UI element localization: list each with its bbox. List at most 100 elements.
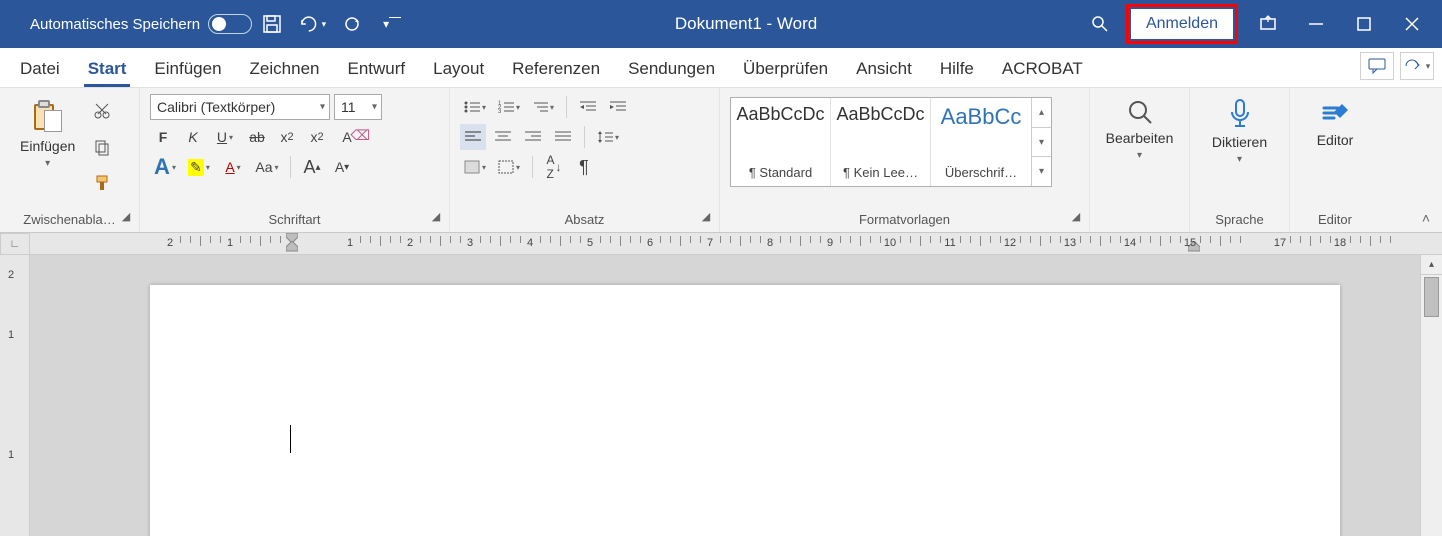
bullets-button[interactable]: ▾ bbox=[460, 94, 490, 120]
gallery-up-icon[interactable]: ▴ bbox=[1032, 98, 1051, 128]
tab-help[interactable]: Hilfe bbox=[926, 53, 988, 87]
horizontal-ruler[interactable]: 211234567891011121314151718 bbox=[30, 233, 1442, 255]
sort-button[interactable]: AZ↓ bbox=[541, 154, 567, 180]
autosave-toggle[interactable] bbox=[208, 14, 252, 34]
subscript-button[interactable]: x2 bbox=[274, 124, 300, 150]
styles-group-label: Formatvorlagen bbox=[859, 212, 950, 227]
tab-draw[interactable]: Zeichnen bbox=[236, 53, 334, 87]
styles-gallery[interactable]: AaBbCcDc ¶ Standard AaBbCcDc ¶ Kein Lee…… bbox=[730, 97, 1052, 187]
tab-file[interactable]: Datei bbox=[6, 53, 74, 87]
page[interactable] bbox=[150, 285, 1340, 536]
ruler-num: 1 bbox=[227, 237, 233, 249]
increase-indent-button[interactable] bbox=[605, 94, 631, 120]
text-effects-button[interactable]: A▾ bbox=[150, 154, 180, 180]
font-color-button[interactable]: A▾ bbox=[218, 154, 248, 180]
ruler-num: 2 bbox=[167, 237, 173, 249]
cut-icon[interactable] bbox=[89, 98, 115, 124]
multilevel-list-button[interactable]: ▾ bbox=[528, 94, 558, 120]
align-center-button[interactable] bbox=[490, 124, 516, 150]
editor-icon bbox=[1320, 98, 1350, 128]
ruler-num: 14 bbox=[1124, 237, 1136, 249]
tab-acrobat[interactable]: ACROBAT bbox=[988, 53, 1097, 87]
dictate-button[interactable]: Diktieren ▾ bbox=[1200, 94, 1279, 208]
app-name: Word bbox=[777, 14, 817, 33]
grow-font-button[interactable]: A▴ bbox=[299, 154, 325, 180]
justify-button[interactable] bbox=[550, 124, 576, 150]
underline-button[interactable]: U▾ bbox=[210, 124, 240, 150]
clipboard-launcher-icon[interactable]: ◢ bbox=[119, 210, 133, 224]
paste-button[interactable]: Einfügen ▾ bbox=[10, 94, 85, 173]
gallery-down-icon[interactable]: ▾ bbox=[1032, 128, 1051, 158]
ribbon-mode-icon[interactable] bbox=[1244, 0, 1292, 48]
editor-button[interactable]: Editor bbox=[1300, 94, 1370, 208]
style-no-spacing[interactable]: AaBbCcDc ¶ Kein Lee… bbox=[831, 98, 931, 186]
tab-review[interactable]: Überprüfen bbox=[729, 53, 842, 87]
maximize-button[interactable] bbox=[1340, 0, 1388, 48]
search-icon[interactable] bbox=[1086, 10, 1114, 38]
tab-references[interactable]: Referenzen bbox=[498, 53, 614, 87]
close-button[interactable] bbox=[1388, 0, 1436, 48]
italic-button[interactable]: K bbox=[180, 124, 206, 150]
clear-format-button[interactable]: A⌫ bbox=[334, 124, 360, 150]
shading-button[interactable]: ▾ bbox=[460, 154, 490, 180]
ruler-num: 17 bbox=[1274, 237, 1286, 249]
style-preview: AaBbCcDc bbox=[835, 104, 926, 125]
tab-layout[interactable]: Layout bbox=[419, 53, 498, 87]
shrink-font-button[interactable]: A▾ bbox=[329, 154, 355, 180]
vruler-num: 1 bbox=[8, 449, 14, 461]
collapse-ribbon-icon[interactable]: ˄ bbox=[1416, 208, 1436, 228]
editing-button[interactable]: Bearbeiten ▾ bbox=[1100, 94, 1179, 208]
ruler-num: 1 bbox=[347, 237, 353, 249]
tab-insert[interactable]: Einfügen bbox=[140, 53, 235, 87]
bold-button[interactable]: F bbox=[150, 124, 176, 150]
share-button[interactable]: ▾ bbox=[1400, 52, 1434, 80]
svg-text:3: 3 bbox=[498, 109, 502, 114]
gallery-more-icon[interactable]: ▾ bbox=[1032, 157, 1051, 186]
align-right-button[interactable] bbox=[520, 124, 546, 150]
autosave-control[interactable]: Automatisches Speichern bbox=[6, 14, 252, 34]
comments-button[interactable] bbox=[1360, 52, 1394, 80]
undo-icon[interactable]: ▾ bbox=[298, 10, 326, 38]
voice-group-label: Sprache bbox=[1215, 212, 1263, 227]
gallery-scroll[interactable]: ▴ ▾ ▾ bbox=[1031, 98, 1051, 186]
tab-design[interactable]: Entwurf bbox=[333, 53, 419, 87]
redo-icon[interactable] bbox=[338, 10, 366, 38]
style-standard[interactable]: AaBbCcDc ¶ Standard bbox=[731, 98, 831, 186]
highlight-box: Anmelden bbox=[1126, 4, 1238, 44]
qat-customize-icon[interactable]: ▾ bbox=[378, 10, 406, 38]
font-name-select[interactable]: Calibri (Textkörper)▾ bbox=[150, 94, 330, 120]
change-case-button[interactable]: Aa▾ bbox=[252, 154, 282, 180]
font-size-select[interactable]: 11▾ bbox=[334, 94, 382, 120]
decrease-indent-button[interactable] bbox=[575, 94, 601, 120]
tab-mailings[interactable]: Sendungen bbox=[614, 53, 729, 87]
group-editor: Editor Editor bbox=[1290, 88, 1380, 232]
vertical-scrollbar[interactable]: ▴ bbox=[1420, 255, 1442, 536]
ruler-num: 7 bbox=[707, 237, 713, 249]
tab-view[interactable]: Ansicht bbox=[842, 53, 926, 87]
tab-home[interactable]: Start bbox=[74, 53, 141, 87]
styles-launcher-icon[interactable]: ◢ bbox=[1069, 210, 1083, 224]
align-left-button[interactable] bbox=[460, 124, 486, 150]
signin-button[interactable]: Anmelden bbox=[1131, 9, 1233, 39]
show-marks-button[interactable]: ¶ bbox=[571, 154, 597, 180]
page-viewport[interactable] bbox=[30, 255, 1420, 536]
group-styles: AaBbCcDc ¶ Standard AaBbCcDc ¶ Kein Lee…… bbox=[720, 88, 1090, 232]
save-icon[interactable] bbox=[258, 10, 286, 38]
strikethrough-button[interactable]: ab bbox=[244, 124, 270, 150]
copy-icon[interactable] bbox=[89, 134, 115, 160]
highlight-button[interactable]: ✎▾ bbox=[184, 154, 214, 180]
format-painter-icon[interactable] bbox=[89, 170, 115, 196]
font-launcher-icon[interactable]: ◢ bbox=[429, 210, 443, 224]
scroll-thumb[interactable] bbox=[1424, 277, 1439, 317]
numbering-button[interactable]: 123▾ bbox=[494, 94, 524, 120]
borders-button[interactable]: ▾ bbox=[494, 154, 524, 180]
scroll-up-icon[interactable]: ▴ bbox=[1421, 255, 1442, 275]
editor-label: Editor bbox=[1317, 132, 1354, 148]
paragraph-launcher-icon[interactable]: ◢ bbox=[699, 210, 713, 224]
line-spacing-button[interactable]: ▾ bbox=[593, 124, 623, 150]
style-heading1[interactable]: AaBbCc Überschrif… bbox=[931, 98, 1031, 186]
superscript-button[interactable]: x2 bbox=[304, 124, 330, 150]
vertical-ruler[interactable]: 2 1 1 bbox=[0, 255, 30, 536]
minimize-button[interactable] bbox=[1292, 0, 1340, 48]
group-paragraph: ▾ 123▾ ▾ ▾ ▾ ▾ AZ↓ ¶ bbox=[450, 88, 720, 232]
